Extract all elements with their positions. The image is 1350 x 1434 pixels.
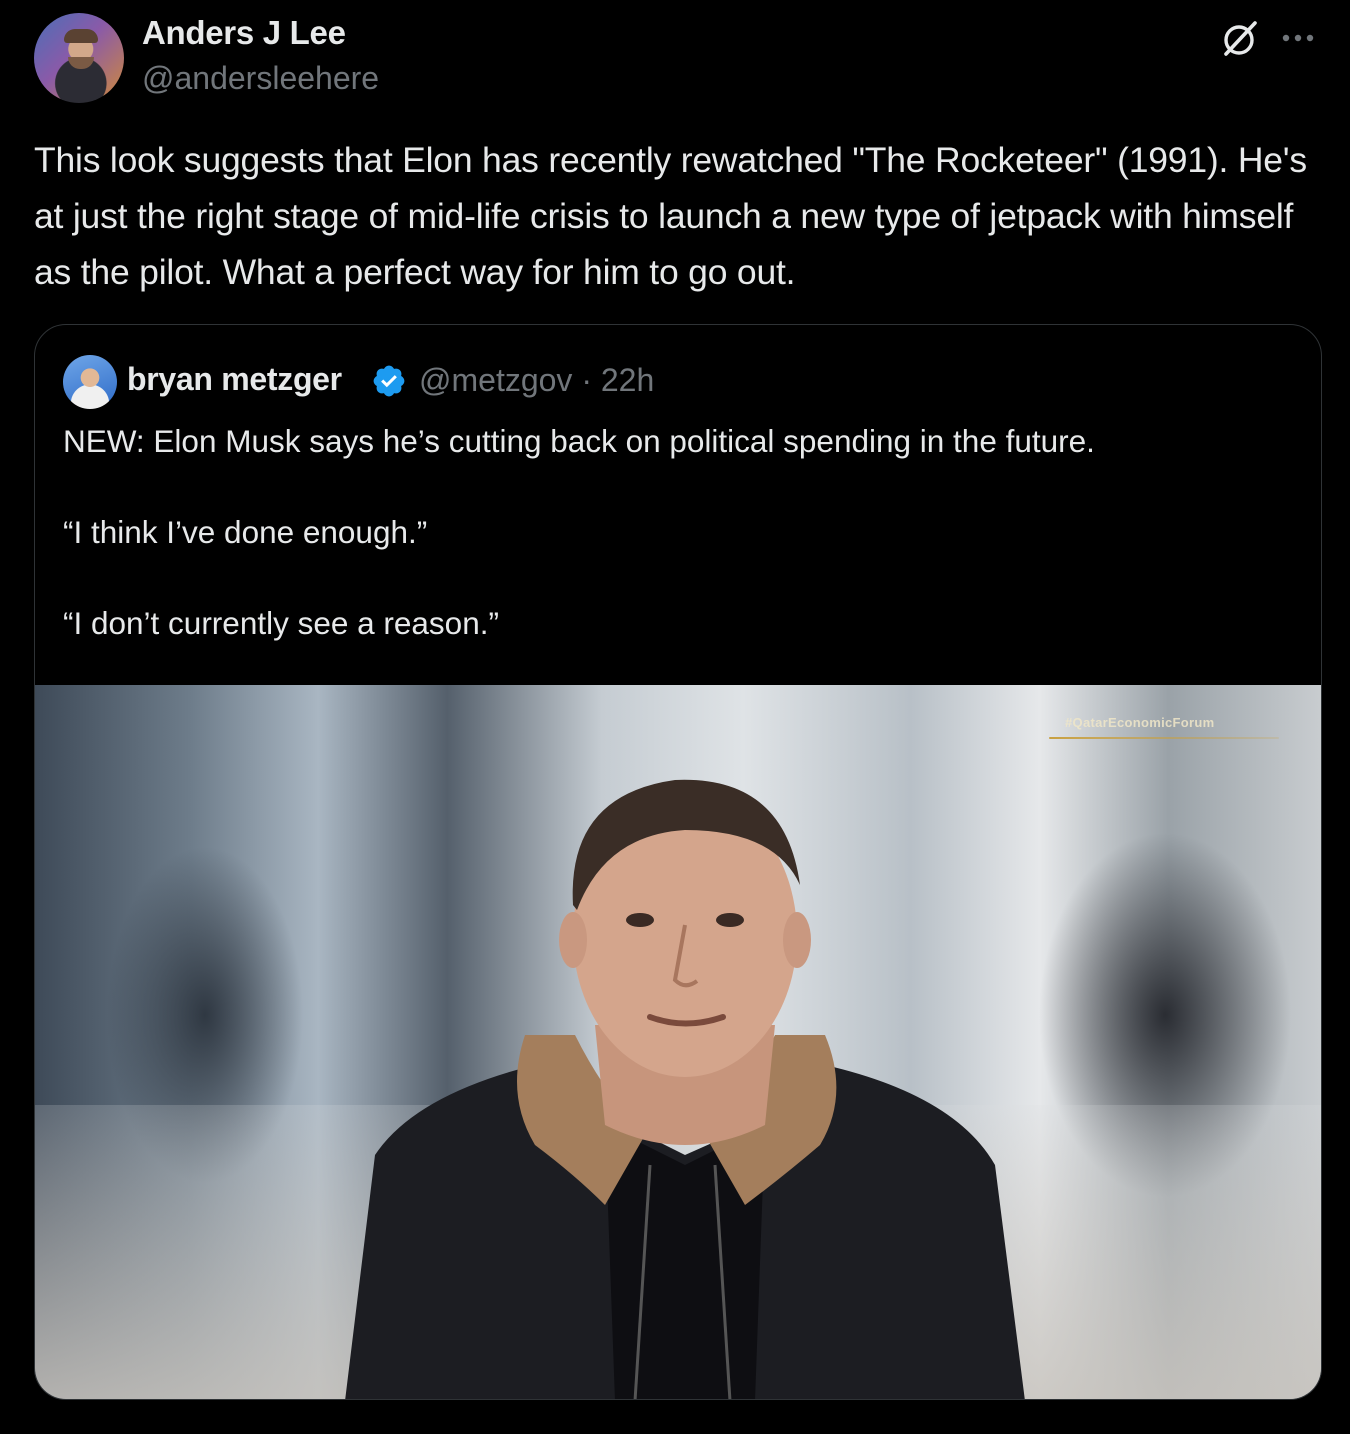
- quoted-media-video[interactable]: #QatarEconomicForum: [35, 685, 1321, 1399]
- quoted-timestamp[interactable]: 22h: [601, 362, 654, 398]
- quoted-tweet[interactable]: bryan metzger @metzgov · 22h NEW: Elon M…: [34, 324, 1322, 1400]
- grok-icon[interactable]: [1220, 18, 1260, 58]
- quoted-author-name[interactable]: bryan metzger: [127, 361, 342, 398]
- tweet[interactable]: Anders J Lee @andersleehere This look su…: [0, 0, 1350, 1434]
- media-watermark: #QatarEconomicForum: [1048, 715, 1280, 739]
- quoted-author-handle[interactable]: @metzgov: [419, 362, 572, 398]
- meta-separator: ·: [581, 362, 592, 398]
- quoted-text: NEW: Elon Musk says he’s cutting back on…: [63, 423, 1095, 641]
- author-avatar[interactable]: [34, 13, 124, 103]
- quoted-meta: @metzgov · 22h: [419, 362, 654, 399]
- author-handle[interactable]: @andersleehere: [142, 60, 379, 97]
- author-name[interactable]: Anders J Lee: [142, 14, 346, 52]
- person-figure: [345, 779, 1025, 1399]
- more-icon[interactable]: [1280, 20, 1320, 50]
- verified-badge-icon: [373, 365, 405, 397]
- tweet-text: This look suggests that Elon has recentl…: [34, 140, 1307, 292]
- quoted-author-avatar[interactable]: [63, 355, 117, 409]
